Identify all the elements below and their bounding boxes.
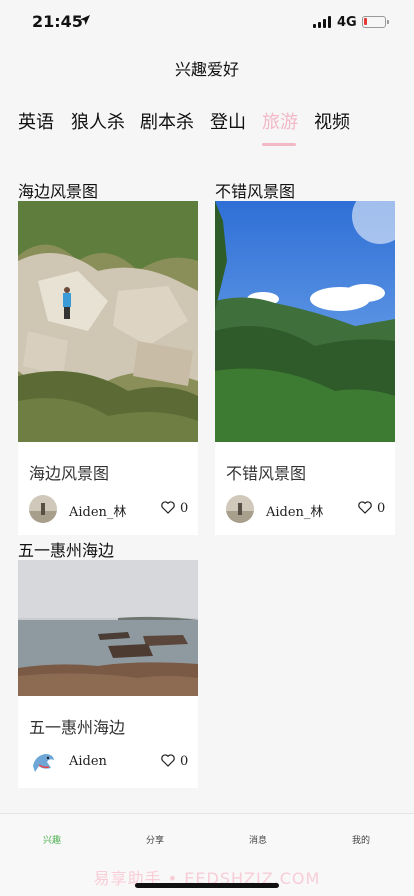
heart-icon[interactable] [161, 754, 175, 767]
like-count: 0 [377, 501, 386, 516]
post-image[interactable] [18, 201, 198, 442]
author-name: Aiden_林 [69, 505, 127, 520]
tab-english[interactable]: 英语 [18, 108, 54, 134]
post-card[interactable]: 海边风景图 Aiden_林 0 [18, 201, 198, 535]
status-time: 21:45 [32, 12, 83, 31]
post-card[interactable]: 五一惠州海边 Aiden 0 [18, 560, 198, 788]
tabbar-interest[interactable]: 兴趣 [22, 833, 82, 846]
like-count: 0 [180, 501, 189, 516]
status-bar: 21:45 4G [0, 0, 414, 44]
section-title: 海边风景图 [18, 182, 99, 201]
author-name: Aiden_林 [266, 505, 324, 520]
section-title: 不错风景图 [215, 182, 296, 201]
active-tab-indicator [262, 143, 296, 146]
like-count: 0 [180, 754, 189, 769]
nav-bar: 兴趣爱好 [0, 44, 414, 90]
location-arrow-icon [80, 15, 90, 25]
network-type: 4G [337, 15, 357, 30]
page-title: 兴趣爱好 [174, 60, 239, 79]
tabbar-me[interactable]: 我的 [331, 833, 391, 846]
tab-hiking[interactable]: 登山 [210, 108, 246, 134]
post-card[interactable]: 不错风景图 Aiden_林 0 [215, 201, 395, 535]
author-avatar[interactable] [29, 748, 57, 776]
post-title: 海边风景图 [29, 464, 110, 483]
signal-icon [313, 16, 333, 28]
battery-icon [362, 16, 389, 28]
post-image[interactable] [18, 560, 198, 696]
heart-icon[interactable] [161, 501, 175, 514]
post-title: 五一惠州海边 [29, 718, 126, 737]
battery-level [364, 18, 367, 25]
tab-travel[interactable]: 旅游 [262, 108, 298, 134]
section-title: 五一惠州海边 [18, 541, 115, 560]
tab-script-murder[interactable]: 剧本杀 [140, 108, 194, 134]
author-avatar[interactable] [29, 495, 57, 523]
post-feed[interactable]: 海边风景图 海边风景图 Aiden_林 0 不错风景图 不错风景图 Aiden_… [0, 157, 414, 813]
home-indicator[interactable] [135, 883, 279, 888]
dolphin-icon [29, 748, 57, 776]
category-tabs: 英语 狼人杀 剧本杀 登山 旅游 视频 [0, 90, 414, 157]
tab-video[interactable]: 视频 [314, 108, 350, 134]
heart-icon[interactable] [358, 501, 372, 514]
post-title: 不错风景图 [226, 464, 307, 483]
author-avatar[interactable] [226, 495, 254, 523]
bottom-tab-bar: 兴趣 分享 消息 我的 易享助手 • EEDSHZJZ.COM [0, 813, 414, 896]
post-image[interactable] [215, 201, 395, 442]
author-name: Aiden [69, 754, 107, 769]
tabbar-messages[interactable]: 消息 [228, 833, 288, 846]
tab-werewolf[interactable]: 狼人杀 [71, 108, 125, 134]
tabbar-share[interactable]: 分享 [125, 833, 185, 846]
